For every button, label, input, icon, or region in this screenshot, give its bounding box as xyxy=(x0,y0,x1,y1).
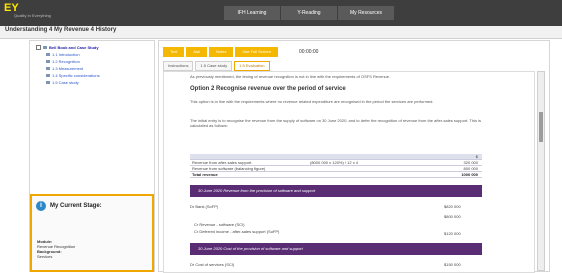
je1-cr2: Cr Deferred income - after-sales support… xyxy=(194,229,280,234)
document-scrollbar[interactable] xyxy=(537,71,545,271)
tree-item-measurement[interactable]: 1.3 Measurement xyxy=(46,66,100,71)
tree-root[interactable]: Bell Book and Case Study xyxy=(36,45,100,50)
page-icon xyxy=(46,81,50,84)
course-tree: Bell Book and Case Study 1.1 Introductio… xyxy=(36,45,100,85)
je1-cr2-amount: $120 000 xyxy=(444,231,461,236)
tab-full-screen[interactable]: Use Full Screen xyxy=(235,47,278,57)
page-icon xyxy=(46,67,50,70)
scroll-thumb[interactable] xyxy=(539,112,543,142)
je2-dr-amount: $150 000 xyxy=(444,262,461,267)
stage-header: i My Current Stage: xyxy=(36,201,102,211)
timecode: 00:00:00 xyxy=(299,49,319,55)
nav-resources-button[interactable]: My Resources xyxy=(338,6,394,20)
tab-text[interactable]: Text xyxy=(163,47,185,57)
top-nav: IFH Learning Y-Reading My Resources xyxy=(224,6,394,20)
intro-text: As previously mentioned, the timing of r… xyxy=(190,74,391,79)
je1-cr1: Cr Revenue - software (SCI) xyxy=(194,222,245,227)
stage-title: My Current Stage: xyxy=(50,203,102,209)
section-band-cost: 30 June 2020 Cost of the provision of so… xyxy=(190,243,482,255)
course-header: Understanding 4 My Revenue 4 History xyxy=(0,26,562,39)
option-heading: Option 2 Recognise revenue over the peri… xyxy=(190,86,346,92)
sidebar: Bell Book and Case Study 1.1 Introductio… xyxy=(29,40,155,272)
logo-subtitle: Quality In Everything xyxy=(14,13,51,18)
paragraph-1: This option is in line with the requirem… xyxy=(190,99,434,104)
tree-root-label: Bell Book and Case Study xyxy=(49,45,99,50)
subtab-case-study[interactable]: 1.5 Case study xyxy=(195,61,233,71)
je1-dr: Dr Bank (SoFP) xyxy=(190,204,219,209)
subtab-instructions[interactable]: Instructions xyxy=(163,61,194,71)
stage-background-value: Services xyxy=(37,254,53,259)
collapse-toggle-icon[interactable] xyxy=(36,45,41,50)
je1-dr-amount: $820 000 xyxy=(444,204,461,209)
tab-ask[interactable]: Ask xyxy=(186,47,208,57)
subtab-evaluation[interactable]: 1.5 Evaluation xyxy=(234,61,270,71)
tree-item-recognition[interactable]: 1.2 Recognition xyxy=(46,59,100,64)
nav-ifh-learning-button[interactable]: IFH Learning xyxy=(224,6,280,20)
tree-item-introduction[interactable]: 1.1 Introduction xyxy=(46,52,100,57)
main-panel: Text Ask Notes Use Full Screen 00:00:00 … xyxy=(158,40,550,273)
page-icon xyxy=(46,53,50,56)
currency-header: $ xyxy=(475,154,478,159)
stage-meta: Module: Revenue Recognition Background: … xyxy=(37,239,75,259)
je1-cr1-amount: $800 000 xyxy=(444,214,461,219)
sub-tabs: Instructions 1.5 Case study 1.5 Evaluati… xyxy=(163,61,270,71)
nav-reading-button[interactable]: Y-Reading xyxy=(281,6,337,20)
table-total-row: Total revenue 1000 000 xyxy=(190,172,482,178)
section-band-revenue: 30 June 2020 Revenue from the provision … xyxy=(190,185,482,197)
book-icon xyxy=(43,46,47,49)
revenue-table: $ Revenue from after-sales support (8000… xyxy=(190,154,482,178)
info-icon: i xyxy=(36,201,46,211)
paragraph-2: The initial entry is to recognise the re… xyxy=(190,118,481,128)
toolbar-tabs: Text Ask Notes Use Full Screen xyxy=(163,47,278,57)
je2-dr: Dr Cost of services (SCI) xyxy=(190,262,235,267)
tree-item-specific-considerations[interactable]: 1.4 Specific considerations xyxy=(46,73,100,78)
course-title: Understanding 4 My Revenue 4 History xyxy=(5,27,117,33)
current-stage-panel: i My Current Stage: Module: Revenue Reco… xyxy=(30,194,154,272)
document-viewer: As previously mentioned, the timing of r… xyxy=(163,71,535,273)
top-bar: EY Quality In Everything IFH Learning Y-… xyxy=(0,0,562,26)
tab-notes[interactable]: Notes xyxy=(209,47,234,57)
page-icon xyxy=(46,74,50,77)
page-icon xyxy=(46,60,50,63)
tree-item-case-study[interactable]: 1.5 Case study xyxy=(46,80,100,85)
